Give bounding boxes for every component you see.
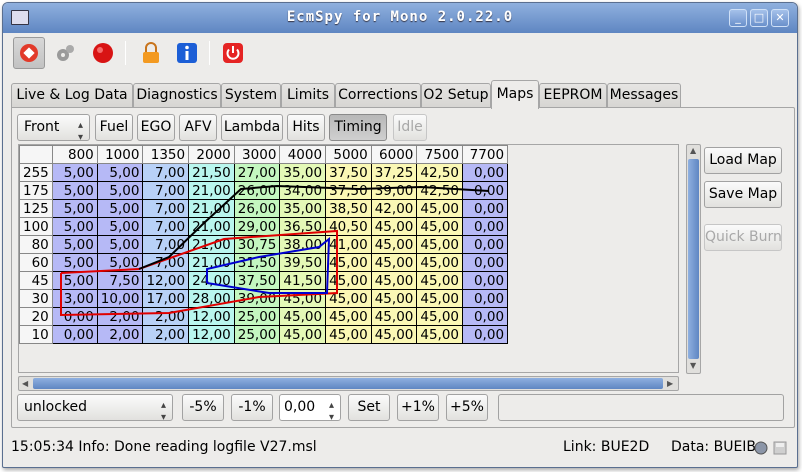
tab-diagnostics[interactable]: Diagnostics xyxy=(133,83,221,108)
minus-5-percent-button[interactable]: -5% xyxy=(182,394,224,421)
vertical-scrollbar[interactable]: ▲ ▼ xyxy=(686,144,701,374)
tab-eeprom[interactable]: EEPROM xyxy=(539,83,607,108)
window-title: EcmSpy for Mono 2.0.22.0 xyxy=(286,9,514,25)
hits-map-button[interactable]: Hits xyxy=(287,114,325,141)
map-grid-area: 800 1000 1350 2000 3000 4000 5000 6000 7500 7700 … xyxy=(18,144,679,373)
vertical-scroll-thumb[interactable] xyxy=(688,159,699,359)
save-disk-icon[interactable] xyxy=(773,441,787,455)
status-message: 15:05:34 Info: Done reading logfile V27.… xyxy=(11,439,317,455)
horizontal-scrollbar[interactable]: ◀ ▶ xyxy=(18,376,679,391)
scroll-right-icon[interactable]: ▶ xyxy=(667,379,673,389)
plus-5-percent-button[interactable]: +5% xyxy=(446,394,488,421)
tab-messages[interactable]: Messages xyxy=(607,83,681,108)
tab-live-log-data[interactable]: Live & Log Data xyxy=(11,83,133,108)
close-button[interactable]: ✕ xyxy=(771,9,789,27)
plug-icon xyxy=(20,44,38,62)
combo-arrows-icon: ▴ ▾ xyxy=(77,120,83,143)
settings-button[interactable] xyxy=(49,37,81,69)
value-spinbox-text: 0,00 xyxy=(284,399,316,415)
scroll-up-icon[interactable]: ▲ xyxy=(690,146,696,156)
record-button[interactable] xyxy=(87,37,119,69)
cylinder-select-value: Front xyxy=(24,119,60,135)
trace-line-red xyxy=(60,229,338,317)
timing-map-button[interactable]: Timing xyxy=(329,114,387,141)
status-bar: 15:05:34 Info: Done reading logfile V27.… xyxy=(3,433,797,465)
tab-limits[interactable]: Limits xyxy=(281,83,335,108)
title-bar: EcmSpy for Mono 2.0.22.0 _ □ ✕ xyxy=(3,3,797,33)
lambda-map-button[interactable]: Lambda xyxy=(221,114,283,141)
info-output-field xyxy=(498,394,784,421)
tab-system[interactable]: System xyxy=(221,83,281,108)
ego-map-button[interactable]: EGO xyxy=(137,114,175,141)
idle-map-button[interactable]: Idle xyxy=(393,114,427,141)
load-map-button[interactable]: Load Map xyxy=(704,147,782,174)
main-window: EcmSpy for Mono 2.0.22.0 _ □ ✕ Live & Lo… xyxy=(2,2,798,468)
toolbar-separator xyxy=(209,41,210,65)
horizontal-scroll-thumb[interactable] xyxy=(33,378,663,389)
set-button[interactable]: Set xyxy=(348,394,390,421)
lock-state-select[interactable]: unlocked ▴ ▾ xyxy=(17,394,173,423)
lock-state-value: unlocked xyxy=(24,399,88,415)
data-status: Data: BUEIB xyxy=(671,439,757,455)
gears-icon xyxy=(57,45,74,61)
record-icon xyxy=(93,43,113,63)
spin-arrows-icon[interactable]: ▴ ▾ xyxy=(329,400,334,424)
tab-corrections[interactable]: Corrections xyxy=(335,83,421,108)
cylinder-select[interactable]: Front ▴ ▾ xyxy=(17,114,90,143)
quit-button[interactable] xyxy=(217,37,249,69)
afv-map-button[interactable]: AFV xyxy=(179,114,217,141)
connection-led-icon xyxy=(754,441,768,455)
minus-1-percent-button[interactable]: -1% xyxy=(231,394,273,421)
maximize-button[interactable]: □ xyxy=(750,9,768,27)
power-icon xyxy=(223,43,243,63)
tab-o2-setup[interactable]: O2 Setup xyxy=(421,83,491,108)
plus-1-percent-button[interactable]: +1% xyxy=(397,394,439,421)
value-spinbox[interactable]: 0,00 ▴ ▾ xyxy=(279,394,341,424)
maps-panel: Front ▴ ▾ Fuel EGO AFV Lambda Hits Timing… xyxy=(11,107,795,428)
combo-arrows-icon: ▴ ▾ xyxy=(160,400,166,423)
toolbar xyxy=(3,33,797,73)
scroll-down-icon[interactable]: ▼ xyxy=(690,361,696,371)
trace-overlay xyxy=(60,184,490,317)
toolbar-separator xyxy=(125,41,126,65)
tab-maps[interactable]: Maps xyxy=(491,80,539,109)
save-map-button[interactable]: Save Map xyxy=(704,181,782,208)
info-button[interactable] xyxy=(171,37,203,69)
fuel-map-button[interactable]: Fuel xyxy=(95,114,133,141)
scroll-left-icon[interactable]: ◀ xyxy=(22,379,28,389)
quick-burn-button[interactable]: Quick Burn xyxy=(704,224,782,251)
connect-button[interactable] xyxy=(13,37,45,69)
lock-icon xyxy=(143,42,159,63)
trace-line-black xyxy=(138,184,490,270)
link-status: Link: BUE2D xyxy=(563,439,650,455)
trace-line-blue xyxy=(206,236,331,294)
info-icon xyxy=(177,43,197,63)
minimize-button[interactable]: _ xyxy=(729,9,747,27)
lock-button[interactable] xyxy=(135,37,167,69)
